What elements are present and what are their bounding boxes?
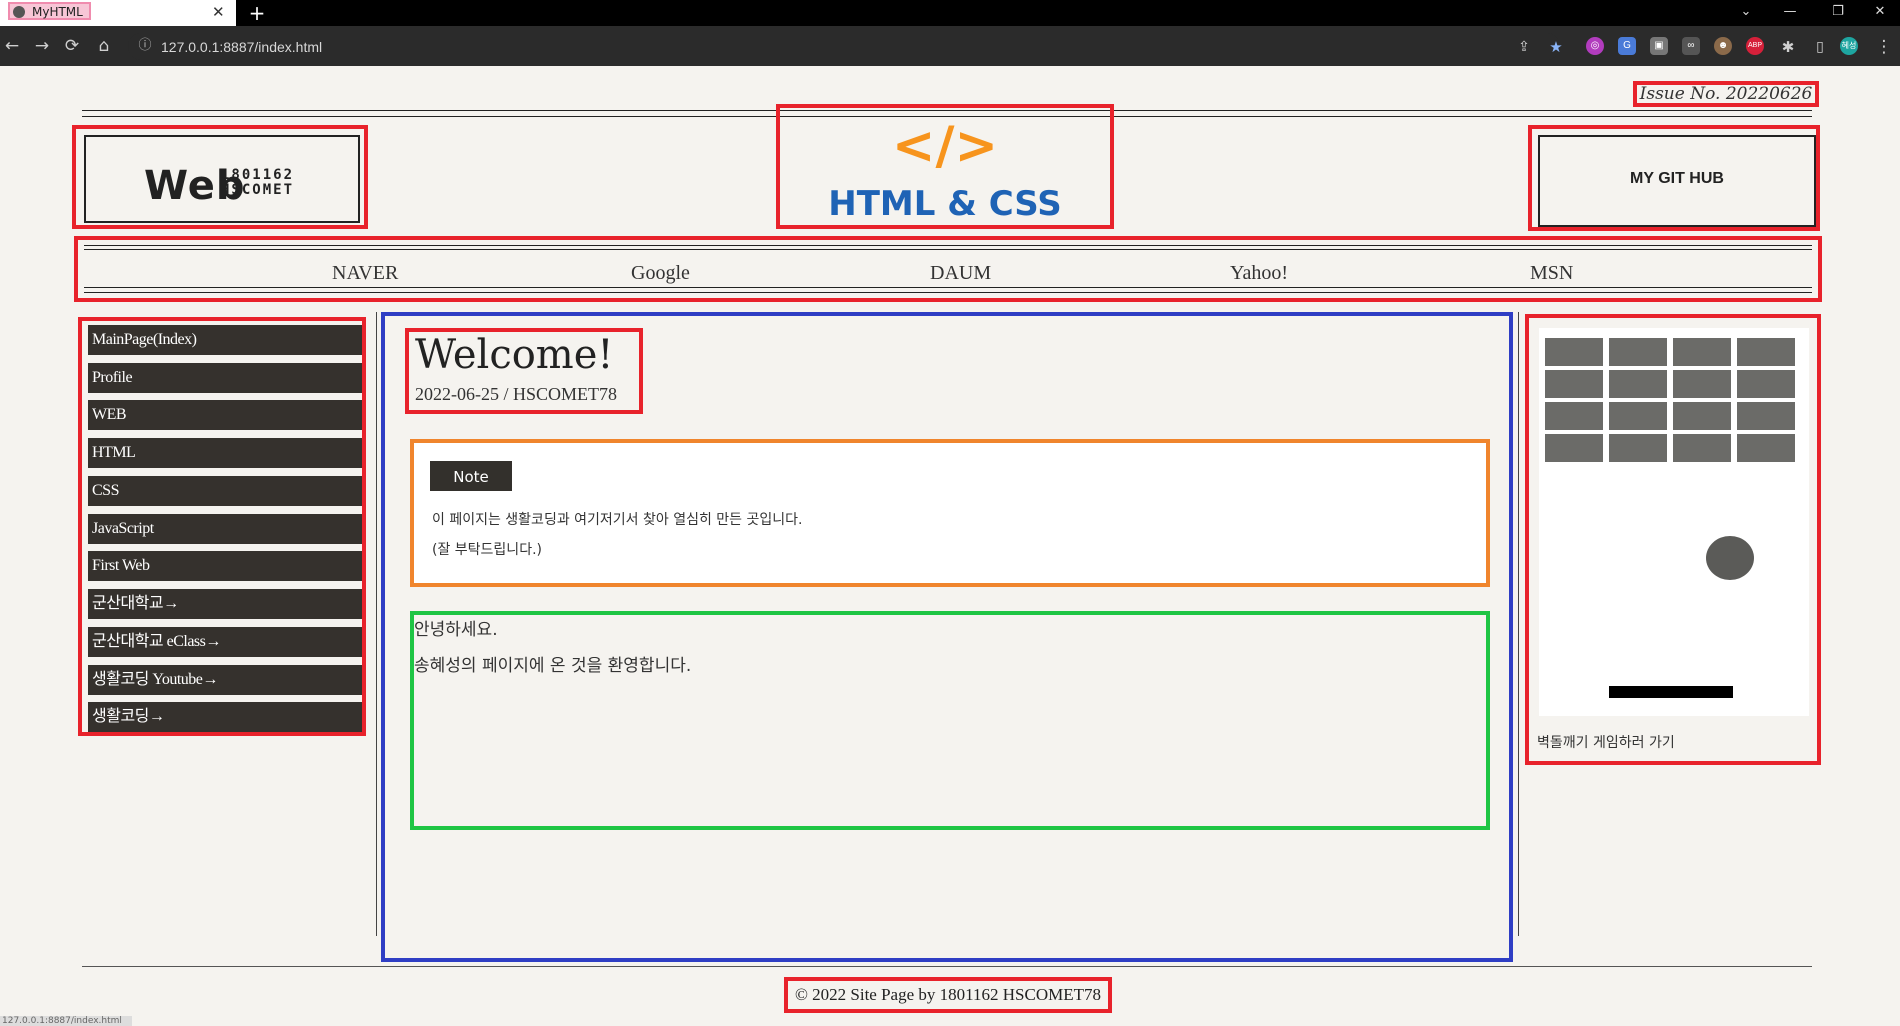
adblock-icon[interactable]: ABP <box>1746 37 1764 55</box>
nav-link-daum[interactable]: DAUM <box>930 262 991 285</box>
brick <box>1737 402 1795 430</box>
side-panel-icon[interactable]: ▯ <box>1808 35 1832 59</box>
extension-5-icon[interactable]: ☻ <box>1714 37 1732 55</box>
footer-rule <box>82 966 1812 967</box>
extension-3-icon[interactable]: ▣ <box>1650 37 1668 55</box>
game-ball <box>1706 536 1754 580</box>
brick <box>1545 338 1603 366</box>
home-icon[interactable]: ⌂ <box>92 34 116 58</box>
brick <box>1673 338 1731 366</box>
left-column-divider <box>376 312 377 936</box>
favicon-icon <box>13 6 25 18</box>
sidebar-item-opentutorials[interactable]: 생활코딩→ <box>88 702 362 732</box>
nav-link-msn[interactable]: MSN <box>1530 262 1573 285</box>
note-box: Note 이 페이지는 생활코딩과 여기저기서 찾아 열심히 만든 곳입니다. … <box>410 439 1490 587</box>
game-paddle[interactable] <box>1609 686 1733 698</box>
nav-rule <box>84 292 1812 293</box>
reload-icon[interactable]: ⟳ <box>60 34 84 58</box>
article-header: Welcome! 2022-06-25 / HSCOMET78 <box>405 328 643 414</box>
top-navigation: NAVER Google DAUM Yahoo! MSN <box>74 236 1822 302</box>
back-icon[interactable]: ← <box>0 34 24 58</box>
status-bubble: 127.0.0.1:8887/index.html <box>0 1016 132 1026</box>
logo-name-text: HSCOMET <box>221 182 295 198</box>
sidebar-item-html[interactable]: HTML <box>88 438 362 468</box>
site-logo[interactable]: Web 1801162 HSCOMET <box>72 125 368 229</box>
tab-title: MyHTML <box>32 5 83 19</box>
github-label: MY GIT HUB <box>1538 135 1816 227</box>
nav-link-google[interactable]: Google <box>631 262 690 285</box>
note-badge: Note <box>430 461 512 491</box>
html-css-logo: </> HTML & CSS <box>776 104 1114 229</box>
game-canvas[interactable] <box>1539 328 1809 716</box>
address-bar[interactable] <box>128 33 1560 60</box>
github-button[interactable]: MY GIT HUB <box>1528 125 1820 231</box>
extensions-puzzle-icon[interactable]: ✱ <box>1776 35 1800 59</box>
forward-icon[interactable]: → <box>30 34 54 58</box>
new-tab-button[interactable]: + <box>246 0 268 26</box>
greeting-line-2: 송혜성의 페이지에 온 것을 환영합니다. <box>414 656 692 676</box>
bookmark-star-icon[interactable]: ★ <box>1544 35 1568 59</box>
tab-title-highlight: MyHTML <box>8 2 91 20</box>
brick-game-panel: 벽돌깨기 게임하러 가기 <box>1525 314 1821 765</box>
logo-id-text: 1801162 <box>221 167 295 183</box>
sidebar-item-css[interactable]: CSS <box>88 476 362 506</box>
share-icon[interactable]: ⇪ <box>1512 35 1536 59</box>
tab-strip <box>0 0 1900 26</box>
sidebar-item-eclass[interactable]: 군산대학교 eClass→ <box>88 627 362 657</box>
issue-number: Issue No. 20220626 <box>1633 81 1819 107</box>
brick <box>1609 402 1667 430</box>
brick <box>1609 434 1667 462</box>
brick-game-link[interactable]: 벽돌깨기 게임하러 가기 <box>1537 732 1675 752</box>
nav-rule <box>84 287 1812 288</box>
brick <box>1545 402 1603 430</box>
note-line-2: (잘 부탁드립니다.) <box>432 542 542 558</box>
greeting-line-1: 안녕하세요. <box>414 620 498 640</box>
minimize-button[interactable]: — <box>1770 0 1810 26</box>
sidebar-item-youtube[interactable]: 생활코딩 Youtube→ <box>88 665 362 695</box>
footer: © 2022 Site Page by 1801162 HSCOMET78 <box>784 977 1112 1013</box>
right-column-divider <box>1518 312 1519 936</box>
brick <box>1673 402 1731 430</box>
menu-kebab-icon[interactable]: ⋮ <box>1872 35 1896 59</box>
restore-button[interactable]: ❐ <box>1818 0 1858 26</box>
nav-link-yahoo[interactable]: Yahoo! <box>1230 262 1288 285</box>
sidebar-item-javascript[interactable]: JavaScript <box>88 514 362 544</box>
article-title: Welcome! <box>415 332 614 378</box>
nav-rule <box>84 249 1812 250</box>
brick <box>1737 338 1795 366</box>
note-line-1: 이 페이지는 생활코딩과 여기저기서 찾아 열심히 만든 곳입니다. <box>432 512 803 528</box>
brick <box>1673 434 1731 462</box>
profile-avatar[interactable]: 혜성 <box>1840 37 1858 55</box>
brick <box>1545 434 1603 462</box>
sidebar-item-web[interactable]: WEB <box>88 400 362 430</box>
sidebar-item-profile[interactable]: Profile <box>88 363 362 393</box>
translate-extension-icon[interactable]: G <box>1618 37 1636 55</box>
sidebar-item-first-web[interactable]: First Web <box>88 551 362 581</box>
extension-1-icon[interactable]: ◎ <box>1586 37 1604 55</box>
browser-tab[interactable]: MyHTML ✕ <box>0 0 236 26</box>
sidebar-item-kunsan-univ[interactable]: 군산대학교→ <box>88 589 362 619</box>
brick <box>1545 370 1603 398</box>
brick <box>1673 370 1731 398</box>
brick <box>1609 370 1667 398</box>
nav-rule <box>84 245 1812 246</box>
article-meta: 2022-06-25 / HSCOMET78 <box>415 384 617 404</box>
close-tab-icon[interactable]: ✕ <box>212 3 225 21</box>
sidebar: MainPage(Index) Profile WEB HTML CSS Jav… <box>78 317 366 736</box>
logo-frame: Web 1801162 HSCOMET <box>84 135 360 223</box>
nav-link-naver[interactable]: NAVER <box>332 262 398 285</box>
close-window-button[interactable]: ✕ <box>1860 0 1900 26</box>
brick <box>1737 434 1795 462</box>
site-info-icon[interactable]: ⓘ <box>137 38 153 54</box>
code-brackets-icon: </> <box>891 116 999 176</box>
brick <box>1609 338 1667 366</box>
html-css-text: HTML & CSS <box>828 184 1062 224</box>
greeting-section: 안녕하세요. 송혜성의 페이지에 온 것을 환영합니다. <box>410 611 1490 830</box>
sidebar-item-mainpage[interactable]: MainPage(Index) <box>88 325 362 355</box>
url-text[interactable]: 127.0.0.1:8887/index.html <box>161 38 322 56</box>
extension-4-icon[interactable]: ∞ <box>1682 37 1700 55</box>
tab-search-icon[interactable]: ⌄ <box>1726 0 1766 26</box>
brick <box>1737 370 1795 398</box>
